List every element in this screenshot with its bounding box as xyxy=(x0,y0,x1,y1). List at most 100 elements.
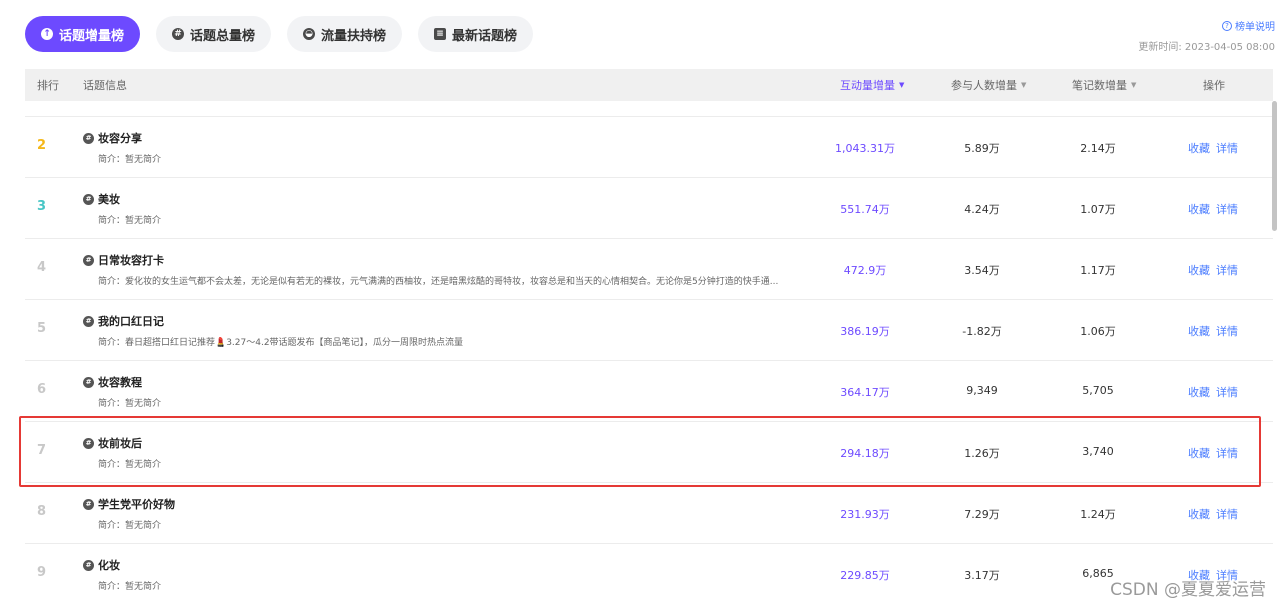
interaction-increment: 1,043.31万 xyxy=(835,142,895,155)
column-participants-sort[interactable]: 参与人数增量 ▼ xyxy=(951,69,1026,101)
rank-number: 2 xyxy=(37,138,47,153)
participants-increment: 4.24万 xyxy=(964,203,1000,216)
interaction-increment: 229.85万 xyxy=(840,569,890,582)
column-interaction-label: 互动量增量 xyxy=(840,79,895,92)
question-icon: ? xyxy=(1222,20,1232,31)
detail-button[interactable]: 详情 xyxy=(1216,325,1238,338)
topic-name: 学生党平价好物 xyxy=(98,498,175,511)
column-rank: 排行 xyxy=(37,79,59,92)
notes-increment: 1.06万 xyxy=(1080,325,1116,338)
interaction-increment: 551.74万 xyxy=(840,203,890,216)
detail-button[interactable]: 详情 xyxy=(1216,447,1238,460)
column-notes-sort[interactable]: 笔记数增量 ▼ xyxy=(1072,69,1136,101)
table-row: 6 # 妆容教程 简介：暂无简介 364.17万 9,349 5,705 收藏详… xyxy=(25,361,1273,422)
hash-icon: # xyxy=(83,498,94,510)
detail-button[interactable]: 详情 xyxy=(1216,508,1238,521)
column-interaction-sort[interactable]: 互动量增量 ▼ xyxy=(840,69,904,101)
rank-number: 6 xyxy=(37,382,47,397)
topic-info: # 我的口红日记 简介：春日超搭口红日记推荐💄3.27～4.2带话题发布【商品笔… xyxy=(83,313,463,348)
topic-info: # 学生党平价好物 简介：暂无简介 xyxy=(83,496,175,531)
row-actions: 收藏 详情 xyxy=(1188,384,1238,400)
participants-increment: 5.89万 xyxy=(964,142,1000,155)
comment-icon: ≡ xyxy=(434,28,447,40)
topic-intro: 简介：春日超搭口红日记推荐💄3.27～4.2带话题发布【商品笔记】，瓜分一周限时… xyxy=(98,338,464,348)
favorite-button[interactable]: 收藏 xyxy=(1188,203,1210,216)
favorite-button[interactable]: 收藏 xyxy=(1188,325,1210,338)
favorite-button[interactable]: 收藏 xyxy=(1188,264,1210,277)
participants-increment: 9,349 xyxy=(966,384,998,397)
favorite-button[interactable]: 收藏 xyxy=(1188,386,1210,399)
favorite-button[interactable]: 收藏 xyxy=(1188,142,1210,155)
row-actions: 收藏 详情 xyxy=(1188,140,1238,156)
sort-caret-icon: ▼ xyxy=(1131,81,1137,89)
topic-title[interactable]: # 妆容分享 xyxy=(83,130,161,146)
topic-title[interactable]: # 学生党平价好物 xyxy=(83,496,175,512)
hash-icon: # xyxy=(83,437,94,449)
arrow-up-icon: ↑ xyxy=(41,28,53,40)
table-row: 3 # 美妆 简介：暂无简介 551.74万 4.24万 1.07万 收藏 详情 xyxy=(25,178,1273,239)
topic-info: # 化妆 简介：暂无简介 xyxy=(83,557,161,592)
rank-number: 4 xyxy=(37,260,47,275)
favorite-button[interactable]: 收藏 xyxy=(1188,447,1210,460)
hash-icon: # xyxy=(83,559,94,571)
table-row: 8 # 学生党平价好物 简介：暂无简介 231.93万 7.29万 1.24万 … xyxy=(25,483,1273,544)
tab-traffic-support[interactable]: ◒ 流量扶持榜 xyxy=(287,16,403,52)
notes-increment: 5,705 xyxy=(1082,384,1114,397)
ranking-explain-link[interactable]: ? 榜单说明 xyxy=(1222,18,1275,33)
tab-topic-increment[interactable]: ↑ 话题增量榜 xyxy=(25,16,141,52)
topic-intro: 简介：暂无简介 xyxy=(98,155,162,165)
tab-topic-total[interactable]: # 话题总量榜 xyxy=(156,16,272,52)
table-body: 2 # 妆容分享 简介：暂无简介 1,043.31万 5.89万 2.14万 收… xyxy=(25,101,1273,604)
participants-increment: 1.26万 xyxy=(964,447,1000,460)
participants-increment: 3.54万 xyxy=(964,264,1000,277)
topic-intro: 简介：暂无简介 xyxy=(98,521,162,531)
topic-intro: 简介：暂无简介 xyxy=(98,582,162,592)
topic-intro: 简介：暂无简介 xyxy=(98,216,162,226)
interaction-increment: 231.93万 xyxy=(840,508,890,521)
topic-title[interactable]: # 化妆 xyxy=(83,557,161,573)
topic-info: # 日常妆容打卡 简介：爱化妆的女生运气都不会太差，无论是似有若无的裸妆，元气满… xyxy=(83,252,778,287)
table-row: 2 # 妆容分享 简介：暂无简介 1,043.31万 5.89万 2.14万 收… xyxy=(25,117,1273,178)
hash-icon: # xyxy=(172,28,185,40)
table-row: 7 # 妆前妆后 简介：暂无简介 294.18万 1.26万 3,740 收藏详… xyxy=(25,422,1273,483)
notes-increment: 1.24万 xyxy=(1080,508,1116,521)
hash-icon: # xyxy=(83,193,94,205)
tab-label: 话题增量榜 xyxy=(59,28,125,44)
watermark: CSDN @夏夏爱运营 xyxy=(1110,580,1266,600)
hash-icon: # xyxy=(83,132,94,144)
tab-label: 话题总量榜 xyxy=(190,28,256,44)
topic-title[interactable]: # 妆前妆后 xyxy=(83,435,161,451)
tab-label: 流量扶持榜 xyxy=(321,28,387,44)
notes-increment: 1.17万 xyxy=(1080,264,1116,277)
topic-title[interactable]: # 美妆 xyxy=(83,191,161,207)
hash-icon: # xyxy=(83,376,94,388)
detail-button[interactable]: 详情 xyxy=(1216,386,1238,399)
topic-info: # 妆容分享 简介：暂无简介 xyxy=(83,130,161,165)
tab-latest-topic[interactable]: ≡ 最新话题榜 xyxy=(418,16,534,52)
detail-button[interactable]: 详情 xyxy=(1216,264,1238,277)
topic-title[interactable]: # 日常妆容打卡 xyxy=(83,252,778,268)
row-actions: 收藏 详情 xyxy=(1188,506,1238,522)
table-header: 排行 话题信息 互动量增量 ▼ 参与人数增量 ▼ 笔记数增量 ▼ 操作 xyxy=(25,69,1273,101)
sort-caret-icon: ▼ xyxy=(899,81,905,89)
detail-button[interactable]: 详情 xyxy=(1216,203,1238,216)
topic-intro: 简介：暂无简介 xyxy=(98,460,162,470)
topic-name: 我的口红日记 xyxy=(98,315,164,328)
scrollbar[interactable] xyxy=(1272,101,1277,231)
interaction-increment: 364.17万 xyxy=(840,386,890,399)
favorite-button[interactable]: 收藏 xyxy=(1188,508,1210,521)
rank-number: 3 xyxy=(37,199,47,214)
hash-icon: # xyxy=(83,254,94,266)
detail-button[interactable]: 详情 xyxy=(1216,142,1238,155)
topic-name: 日常妆容打卡 xyxy=(98,254,164,267)
notes-increment: 2.14万 xyxy=(1080,142,1116,155)
table-row: 4 # 日常妆容打卡 简介：爱化妆的女生运气都不会太差，无论是似有若无的裸妆，元… xyxy=(25,239,1273,300)
column-topic: 话题信息 xyxy=(83,79,127,92)
participants-increment: 3.17万 xyxy=(964,569,1000,582)
table-row: 9 # 化妆 简介：暂无简介 229.85万 3.17万 6,865 收藏 详情 xyxy=(25,544,1273,604)
row-actions: 收藏 详情 xyxy=(1188,201,1238,217)
topic-title[interactable]: # 我的口红日记 xyxy=(83,313,463,329)
rank-number: 8 xyxy=(37,504,47,519)
topic-title[interactable]: # 妆容教程 xyxy=(83,374,161,390)
ranking-tabs: ↑ 话题增量榜 # 话题总量榜 ◒ 流量扶持榜 ≡ 最新话题榜 xyxy=(25,16,534,52)
